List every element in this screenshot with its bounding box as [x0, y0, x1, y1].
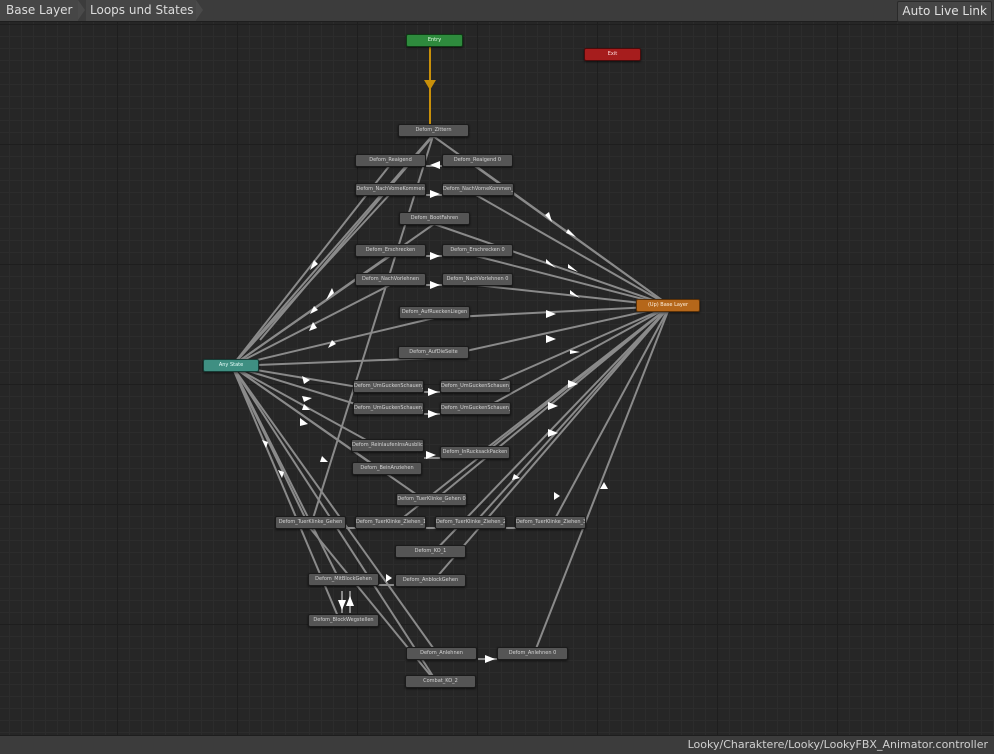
state-defom-umgucken-l[interactable]: Defom_UmGuckenSchauen_L [353, 380, 424, 393]
state-defom-anlehnen-0[interactable]: Defom_Anlehnen 0 [497, 647, 568, 660]
state-defom-bootfahren[interactable]: Defom_BootFahren [399, 212, 470, 225]
state-defom-nachvornekommen-einzeln[interactable]: Defom_NachVorneKommen_Einzeln [442, 183, 514, 196]
state-any-state[interactable]: Any State [203, 359, 259, 372]
state-defom-aufdieseite[interactable]: Defom_AufDieSeite [398, 346, 469, 359]
state-defom-zittern[interactable]: Defom_Zittern [398, 124, 469, 137]
state-defom-inrucksackpacken[interactable]: Defom_InRucksackPacken [440, 446, 510, 459]
state-defom-nachvorlehnen-0[interactable]: Defom_NachVorlehnen 0 [442, 273, 513, 286]
state-defom-nachvorlehnen[interactable]: Defom_NachVorlehnen [355, 273, 426, 286]
state-entry[interactable]: Entry [406, 34, 463, 47]
state-defom-tuerklinke-ziehen-3[interactable]: Defom_TuerKlinke_Ziehen_3 [515, 516, 586, 529]
state-defom-anblockgehen[interactable]: Defom_AnblockGehen [395, 574, 466, 587]
animator-graph-canvas[interactable] [0, 22, 994, 735]
auto-live-link-button[interactable]: Auto Live Link [897, 1, 992, 22]
state-defom-umgucken-r[interactable]: Defom_UmGuckenSchauen_R [353, 402, 424, 415]
state-defom-tuerklinke-ziehen-2[interactable]: Defom_TuerKlinke_Ziehen_2 [435, 516, 506, 529]
state-defom-ko-1[interactable]: Defom_KO_1 [395, 545, 466, 558]
status-bar: Looky/Charaktere/Looky/LookyFBX_Animator… [0, 735, 994, 754]
state-combat-ko-2[interactable]: Combat_KO_2 [405, 675, 476, 688]
state-defom-mitblockgehen[interactable]: Defom_MitBlockGehen [308, 573, 379, 586]
state-defom-blockwegstellen[interactable]: Defom_BlockWegstellen [308, 614, 379, 627]
state-defom-anlehnen[interactable]: Defom_Anlehnen [406, 647, 477, 660]
state-defom-nachvornekommen[interactable]: Defom_NachVorneKommen [355, 183, 426, 196]
state-exit[interactable]: Exit [584, 48, 641, 61]
state-defom-erschrecken-0[interactable]: Defom_Erschrecken 0 [442, 244, 513, 257]
breadcrumb-separator-icon [78, 0, 85, 20]
breadcrumb-loops-und-states[interactable]: Loops und States [86, 0, 196, 21]
state-defom-reinlaufen[interactable]: Defom_ReinlaufenInsAusblicken [351, 439, 424, 452]
state-defom-erschrecken[interactable]: Defom_Erschrecken [355, 244, 426, 257]
state-defom-umgucken-l-0[interactable]: Defom_UmGuckenSchauen_L 0 [440, 380, 511, 393]
breadcrumb-base-layer[interactable]: Base Layer [0, 0, 78, 21]
state-defom-reaigend[interactable]: Defom_Reaigend [355, 154, 426, 167]
breadcrumb-end-arrow-icon [196, 0, 203, 20]
state-defom-reaigend-0[interactable]: Defom_Reaigend 0 [442, 154, 513, 167]
state-defom-tuerklinke-gehen[interactable]: Defom_TuerKlinke_Gehen [275, 516, 346, 529]
state-defom-umgucken-r-0[interactable]: Defom_UmGuckenSchauen_R 0 [440, 402, 511, 415]
state-up-base-layer[interactable]: (Up) Base Layer [636, 299, 700, 312]
state-defom-tuerklinke-gehen-0[interactable]: Defom_TuerKlinke_Gehen 0 [396, 493, 467, 506]
breadcrumb-bar: Base Layer Loops und States Auto Live Li… [0, 0, 994, 22]
state-defom-tuerklinke-ziehen-1[interactable]: Defom_TuerKlinke_Ziehen_1 [355, 516, 426, 529]
controller-path-label: Looky/Charaktere/Looky/LookyFBX_Animator… [687, 738, 988, 751]
state-defom-beinanziehen[interactable]: Defom_BeinAnziehen [352, 462, 422, 475]
state-defom-aufrueckenliegen[interactable]: Defom_AufRueckenLiegen [399, 306, 470, 319]
